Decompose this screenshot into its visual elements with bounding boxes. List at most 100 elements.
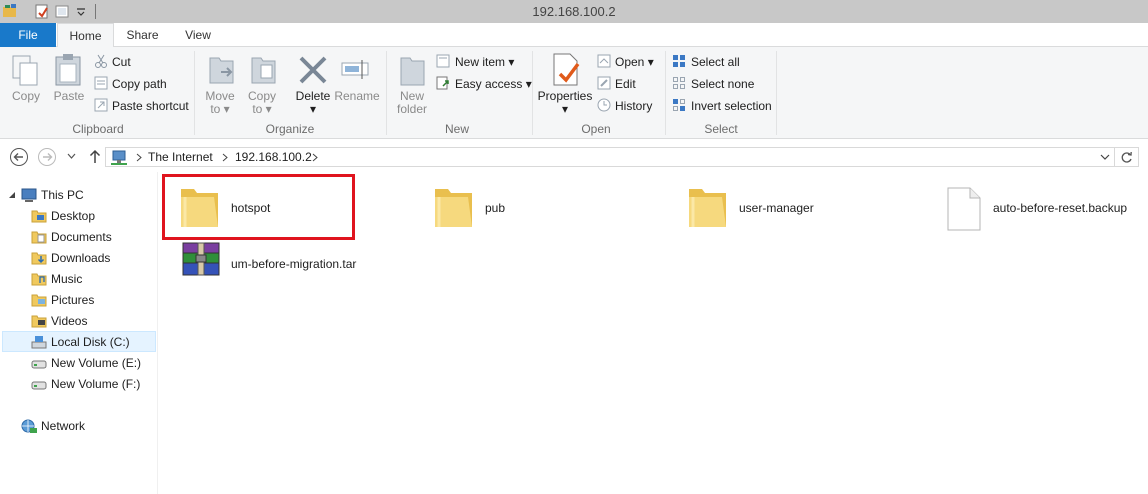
breadcrumb-the-internet[interactable]: The Internet [148,150,213,164]
group-separator [532,51,533,135]
nav-new-volume-f[interactable]: New Volume (F:) [51,374,140,395]
copy-icon [12,55,38,86]
network-icon [21,419,37,433]
file-auto-before-reset-backup[interactable]: auto-before-reset.backup [993,201,1127,215]
nav-documents[interactable]: Documents [51,227,112,248]
nav-local-disk-c[interactable]: Local Disk (C:) [51,332,130,353]
file-user-manager[interactable]: user-manager [739,201,814,215]
tab-share[interactable]: Share [115,23,170,47]
paste-icon [55,54,81,86]
organize-group-label: Organize [265,122,315,136]
cut-button[interactable]: Cut [112,55,131,69]
up-arrow-icon[interactable] [88,149,102,164]
open-button[interactable]: Open ▾ [615,55,654,69]
group-separator [665,51,666,135]
refresh-button[interactable] [1115,147,1139,167]
select-all-button[interactable]: Select all [691,55,740,69]
tab-home[interactable]: Home [57,23,114,48]
copy-to-button[interactable]: Copy to ▾ [242,90,282,116]
breadcrumb-chevron-icon[interactable] [136,153,142,162]
invert-selection-button[interactable]: Invert selection [691,99,772,113]
new-item-button[interactable]: New item ▾ [455,55,514,69]
copy-button[interactable]: Copy [4,90,48,103]
select-group-label: Select [704,122,738,136]
move-to-button[interactable]: Move to ▾ [200,90,240,116]
nav-downloads[interactable]: Downloads [51,248,110,269]
breadcrumb-chevron-icon[interactable] [312,153,318,162]
rename-button[interactable]: Rename [334,90,380,103]
local-disk-icon [31,336,47,349]
delete-button[interactable]: Delete ▾ [291,90,335,116]
paste-shortcut-button[interactable]: Paste shortcut [112,99,189,113]
easy-access-button[interactable]: Easy access ▾ [455,77,532,91]
breadcrumb-host[interactable]: 192.168.100.2 [235,150,312,164]
network-location-icon [111,150,127,165]
downloads-icon [31,252,47,265]
invert-selection-icon [673,99,685,111]
properties-icon [553,53,580,86]
select-all-icon [673,55,685,67]
easy-access-icon [436,76,449,90]
file-pub[interactable]: pub [485,201,505,215]
pictures-icon [31,294,47,307]
new-folder-button[interactable]: New folder [391,90,433,116]
this-pc-icon [21,188,37,202]
nav-this-pc[interactable]: This PC [41,185,84,206]
cut-icon [95,54,107,68]
tab-file[interactable]: File [0,23,56,47]
folder-icon [689,189,726,227]
edit-icon [597,76,611,90]
file-um-before-migration-tar[interactable]: um-before-migration.tar [231,257,356,271]
history-icon [597,98,611,112]
ribbon: Copy Paste Cut Copy path Paste shortcut … [0,47,1148,139]
folder-icon [435,189,472,227]
edit-button[interactable]: Edit [615,77,636,91]
nav-music[interactable]: Music [51,269,82,290]
videos-icon [31,315,47,328]
group-separator [194,51,195,135]
paste-shortcut-icon [94,98,108,112]
new-item-icon [436,54,450,68]
group-separator [776,51,777,135]
copy-path-icon [94,76,108,90]
address-dropdown-icon[interactable] [1100,154,1110,161]
group-separator [386,51,387,135]
move-to-icon [209,57,234,84]
address-bar[interactable]: The Internet 192.168.100.2 [105,147,1115,167]
navigation-pane: This PC Desktop Documents Downloads Musi… [0,172,158,494]
nav-pictures[interactable]: Pictures [51,290,94,311]
drive-icon [31,360,47,369]
open-group-label: Open [581,122,611,136]
folder-icon [181,189,218,227]
select-none-icon [673,77,685,89]
desktop-icon [31,210,47,223]
title-bar: 192.168.100.2 [0,0,1148,23]
nav-videos[interactable]: Videos [51,311,87,332]
collapse-arrow-icon[interactable] [9,192,16,199]
clipboard-group-label: Clipboard [72,122,124,136]
paste-button[interactable]: Paste [48,90,90,103]
refresh-icon [1121,151,1132,163]
drive-icon [31,381,47,390]
select-none-button[interactable]: Select none [691,77,754,91]
tab-view[interactable]: View [172,23,224,47]
file-hotspot[interactable]: hotspot [231,201,270,215]
nav-desktop[interactable]: Desktop [51,206,95,227]
new-group-label: New [444,122,469,136]
window-title: 192.168.100.2 [532,4,616,19]
copy-path-button[interactable]: Copy path [112,77,167,91]
archive-icon [182,242,220,276]
documents-icon [31,231,47,244]
delete-icon [299,56,327,84]
recent-locations-chevron-icon[interactable] [67,153,76,159]
properties-button[interactable]: Properties ▾ [536,90,594,116]
music-icon [31,273,47,286]
forward-button-icon[interactable] [37,147,57,167]
ribbon-tabs: File Home Share View [0,23,1148,48]
navigation-bar: The Internet 192.168.100.2 [0,139,1148,172]
breadcrumb-chevron-icon[interactable] [222,153,228,162]
history-button[interactable]: History [615,99,652,113]
nav-new-volume-e[interactable]: New Volume (E:) [51,353,141,374]
nav-network[interactable]: Network [41,416,85,437]
back-button-icon[interactable] [9,147,29,167]
